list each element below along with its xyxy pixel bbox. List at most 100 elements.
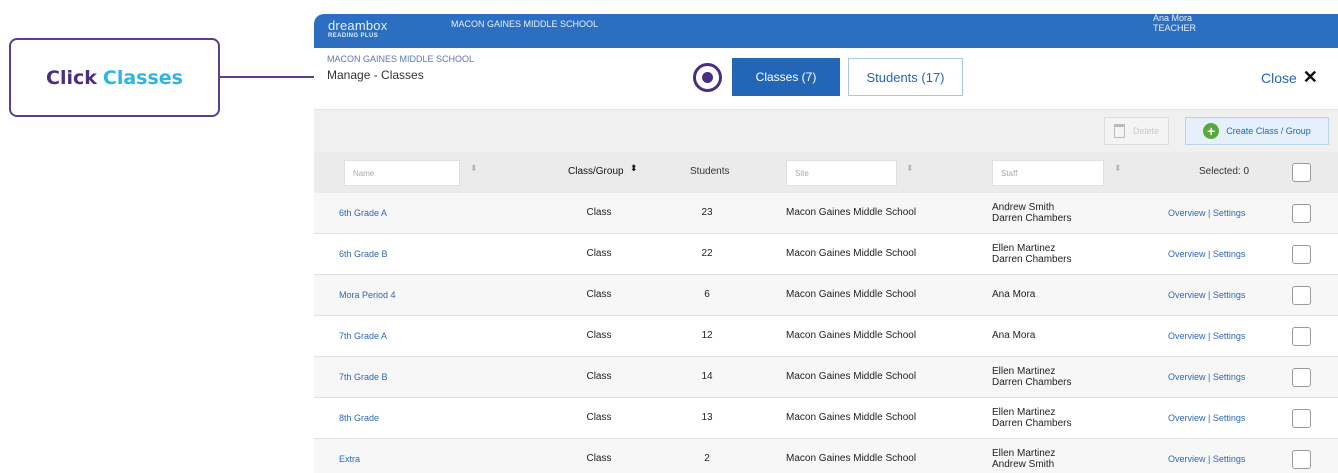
site-name: Macon Gaines Middle School: [786, 248, 917, 259]
staff-member: Darren Chambers: [992, 254, 1072, 265]
close-icon: ✕: [1302, 67, 1318, 87]
class-type: Class: [586, 289, 612, 300]
toolbar: Delete + Create Class / Group: [314, 110, 1338, 152]
staff-member: Ellen Martinez: [992, 407, 1056, 418]
staff-member: Andrew Smith: [992, 202, 1055, 213]
logo-main-text: dreambox: [328, 18, 388, 33]
staff-list: Ellen Martinez Darren Chambers: [992, 366, 1071, 388]
student-count: 14: [701, 371, 713, 382]
overview-settings-links[interactable]: Overview | Settings: [1168, 208, 1245, 218]
selected-count: Selected: 0: [1199, 166, 1250, 177]
close-button[interactable]: Close ✕: [1261, 67, 1318, 88]
trash-icon: [1113, 124, 1125, 138]
table-row: Extra Class 2 Macon Gaines Middle School…: [314, 439, 1338, 473]
overview-settings-links[interactable]: Overview | Settings: [1168, 413, 1245, 423]
overview-settings-links[interactable]: Overview | Settings: [1168, 290, 1245, 300]
students-header: Students: [690, 166, 730, 177]
logo-sub-text: READING PLUS: [328, 33, 379, 39]
class-type: Class: [586, 330, 612, 341]
row-checkbox[interactable]: [1292, 245, 1311, 264]
student-count: 23: [701, 207, 713, 218]
tutorial-screen: Click Classes dreambox READING PLUS MACO…: [0, 0, 1338, 473]
row-checkbox[interactable]: [1292, 286, 1311, 305]
student-count: 22: [701, 248, 713, 259]
callout-highlight: Classes: [102, 66, 183, 89]
class-type: Class: [586, 453, 612, 464]
table-row: 7th Grade A Class 12 Macon Gaines Middle…: [314, 316, 1338, 357]
staff-list: Ellen Martinez Andrew Smith: [992, 448, 1055, 470]
student-count: 2: [704, 453, 710, 464]
staff-list: Ellen Martinez Darren Chambers: [992, 407, 1071, 429]
staff-member: Ellen Martinez: [992, 366, 1056, 377]
name-filter-input[interactable]: Name: [344, 160, 460, 186]
staff-sort-icon[interactable]: ⬍: [1114, 164, 1122, 173]
target-dot: [702, 72, 713, 83]
row-checkbox[interactable]: [1292, 409, 1311, 428]
staff-list: Andrew Smith Darren Chambers: [992, 202, 1071, 224]
table-row: Mora Period 4 Class 6 Macon Gaines Middl…: [314, 275, 1338, 316]
delete-label: Delete: [1132, 126, 1159, 136]
select-all-checkbox[interactable]: [1292, 163, 1311, 182]
staff-list: Ellen Martinez Darren Chambers: [992, 243, 1071, 265]
class-table-body: 6th Grade A Class 23 Macon Gaines Middle…: [314, 193, 1338, 473]
staff-member: Darren Chambers: [992, 418, 1072, 429]
overview-settings-links[interactable]: Overview | Settings: [1168, 372, 1245, 382]
table-row: 6th Grade A Class 23 Macon Gaines Middle…: [314, 193, 1338, 234]
overview-settings-links[interactable]: Overview | Settings: [1168, 331, 1245, 341]
class-name-link[interactable]: 8th Grade: [339, 413, 379, 423]
click-target-indicator: [693, 63, 722, 92]
class-group-header[interactable]: Class/Group: [568, 166, 624, 177]
close-label: Close: [1261, 69, 1297, 86]
student-count: 12: [701, 330, 713, 341]
dreambox-logo[interactable]: dreambox READING PLUS: [328, 19, 387, 39]
staff-member: Darren Chambers: [992, 377, 1072, 388]
breadcrumb-school[interactable]: MACON GAINES MIDDLE SCHOOL: [327, 54, 474, 64]
staff-member: Ellen Martinez: [992, 243, 1056, 254]
create-class-group-button[interactable]: + Create Class / Group: [1185, 117, 1329, 145]
user-info[interactable]: Ana Mora TEACHER: [1153, 14, 1196, 33]
row-checkbox[interactable]: [1292, 450, 1311, 469]
staff-member: Ana Mora: [992, 330, 1036, 341]
student-count: 13: [701, 412, 713, 423]
class-name-link[interactable]: Mora Period 4: [339, 290, 396, 300]
overview-settings-links[interactable]: Overview | Settings: [1168, 249, 1245, 259]
site-name: Macon Gaines Middle School: [786, 412, 917, 423]
callout-prefix: Click: [46, 66, 97, 89]
staff-member: Andrew Smith: [992, 459, 1055, 470]
staff-member: Ana Mora: [992, 289, 1036, 300]
staff-filter-input[interactable]: Staff: [992, 160, 1104, 186]
page-title: Manage - Classes: [327, 68, 424, 82]
class-name-link[interactable]: 7th Grade A: [339, 331, 387, 341]
tab-students[interactable]: Students (17): [848, 58, 963, 96]
tab-classes[interactable]: Classes (7): [732, 58, 840, 96]
delete-button[interactable]: Delete: [1104, 117, 1169, 145]
class-name-link[interactable]: 6th Grade B: [339, 249, 388, 259]
row-checkbox[interactable]: [1292, 368, 1311, 387]
add-circle-icon: +: [1203, 123, 1220, 139]
class-type: Class: [586, 371, 612, 382]
top-bar: dreambox READING PLUS MACON GAINES MIDDL…: [314, 14, 1338, 48]
student-count: 6: [704, 289, 710, 300]
row-checkbox[interactable]: [1292, 204, 1311, 223]
class-type: Class: [586, 412, 612, 423]
name-sort-icon[interactable]: ⬍: [470, 164, 478, 173]
class-name-link[interactable]: 7th Grade B: [339, 372, 388, 382]
class-name-link[interactable]: 6th Grade A: [339, 208, 387, 218]
class-type: Class: [586, 207, 612, 218]
class-name-link[interactable]: Extra: [339, 454, 360, 464]
staff-list: Ana Mora: [992, 289, 1035, 300]
callout-box: Click Classes: [9, 38, 220, 117]
create-label: Create Class / Group: [1226, 126, 1311, 136]
site-filter-input[interactable]: Site: [786, 160, 897, 186]
overview-settings-links[interactable]: Overview | Settings: [1168, 454, 1245, 464]
row-checkbox[interactable]: [1292, 327, 1311, 346]
site-name: Macon Gaines Middle School: [786, 371, 917, 382]
user-name: Ana Mora: [1153, 14, 1193, 23]
staff-member: Darren Chambers: [992, 213, 1072, 224]
app-window: dreambox READING PLUS MACON GAINES MIDDL…: [314, 14, 1338, 473]
staff-member: Ellen Martinez: [992, 448, 1056, 459]
table-row: 7th Grade B Class 14 Macon Gaines Middle…: [314, 357, 1338, 398]
table-row: 6th Grade B Class 22 Macon Gaines Middle…: [314, 234, 1338, 275]
site-sort-icon[interactable]: ⬍: [906, 164, 914, 173]
class-group-sort-icon[interactable]: ⬍: [630, 164, 638, 173]
